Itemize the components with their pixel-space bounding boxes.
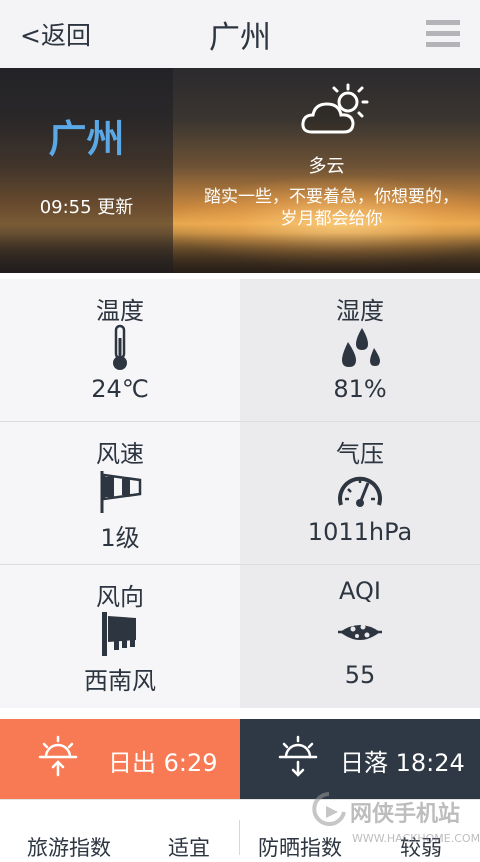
- pressure-label: 气压: [336, 440, 384, 468]
- city-panel: 广州 09:55 更新: [0, 68, 173, 273]
- sunrise-icon: [38, 735, 78, 777]
- temperature-value: 24℃: [91, 375, 149, 403]
- weather-condition: 多云: [308, 156, 345, 177]
- watermark-text: 网侠手机站: [350, 802, 461, 827]
- update-time: 09:55 更新: [39, 197, 134, 218]
- wind-speed-card: 风速 1级: [0, 422, 240, 565]
- quote-line-1: 踏实一些，不要着急，你想要的，: [204, 187, 459, 207]
- wind-speed-label: 风速: [96, 440, 144, 468]
- wind-direction-card: 风向 西南风: [0, 565, 240, 708]
- menu-icon[interactable]: [426, 20, 460, 48]
- weather-stats-grid: 温度 24℃ 湿度 81% 风速 1级 气压 1011hPa 风向 西南风 AQ…: [0, 279, 480, 719]
- sunrise-time: 日出 6:29: [108, 749, 218, 777]
- windsock-icon: [100, 471, 142, 513]
- aqi-value: 55: [344, 661, 376, 689]
- quote-text: 踏实一些，不要着急，你想要的， 岁月都会给你: [183, 186, 480, 230]
- wind-speed-value: 1级: [100, 524, 140, 552]
- city-name: 广州: [48, 117, 125, 161]
- sunset-icon: [278, 735, 318, 777]
- temperature-card: 温度 24℃: [0, 279, 240, 422]
- thermometer-icon: [113, 324, 127, 370]
- pressure-value: 1011hPa: [307, 518, 413, 546]
- temperature-label: 温度: [96, 297, 144, 325]
- index-divider: [239, 820, 240, 855]
- grid-divider: [0, 564, 480, 565]
- index-name[interactable]: 旅游指数: [27, 832, 111, 862]
- sunset-time: 日落 18:24: [340, 749, 465, 777]
- watermark: 网侠手机站 WWW.HACKHOME.COM: [312, 788, 480, 852]
- pressure-card: 气压 1011hPa: [240, 422, 480, 565]
- watermark-logo-icon: [312, 792, 346, 826]
- watermark-url: WWW.HACKHOME.COM: [352, 832, 480, 845]
- grid-divider: [0, 421, 480, 422]
- humidity-card: 湿度 81%: [240, 279, 480, 422]
- aqi-card: AQI 55: [240, 565, 480, 708]
- aqi-label: AQI: [339, 577, 381, 605]
- gauge-icon: [338, 476, 382, 507]
- humidity-value: 81%: [333, 375, 387, 403]
- wind-direction-label: 风向: [96, 583, 144, 611]
- droplets-icon: [342, 328, 380, 367]
- weather-banner: 广州 09:55 更新 多云 踏实一些，不要着急，你想要的， 岁月都会给你: [0, 68, 480, 273]
- sunset-panel: 日落 18:24: [240, 719, 480, 799]
- partly-cloudy-icon: [301, 83, 369, 134]
- top-bar: <返回 广州: [0, 0, 480, 69]
- mask-icon: [338, 624, 382, 640]
- quote-line-2: 岁月都会给你: [280, 209, 383, 229]
- wind-direction-value: 西南风: [84, 667, 156, 695]
- back-button[interactable]: <返回: [20, 16, 91, 52]
- sunrise-panel: 日出 6:29: [0, 719, 240, 799]
- index-value: 适宜: [168, 836, 210, 860]
- flag-icon: [102, 612, 136, 656]
- humidity-label: 湿度: [336, 297, 384, 325]
